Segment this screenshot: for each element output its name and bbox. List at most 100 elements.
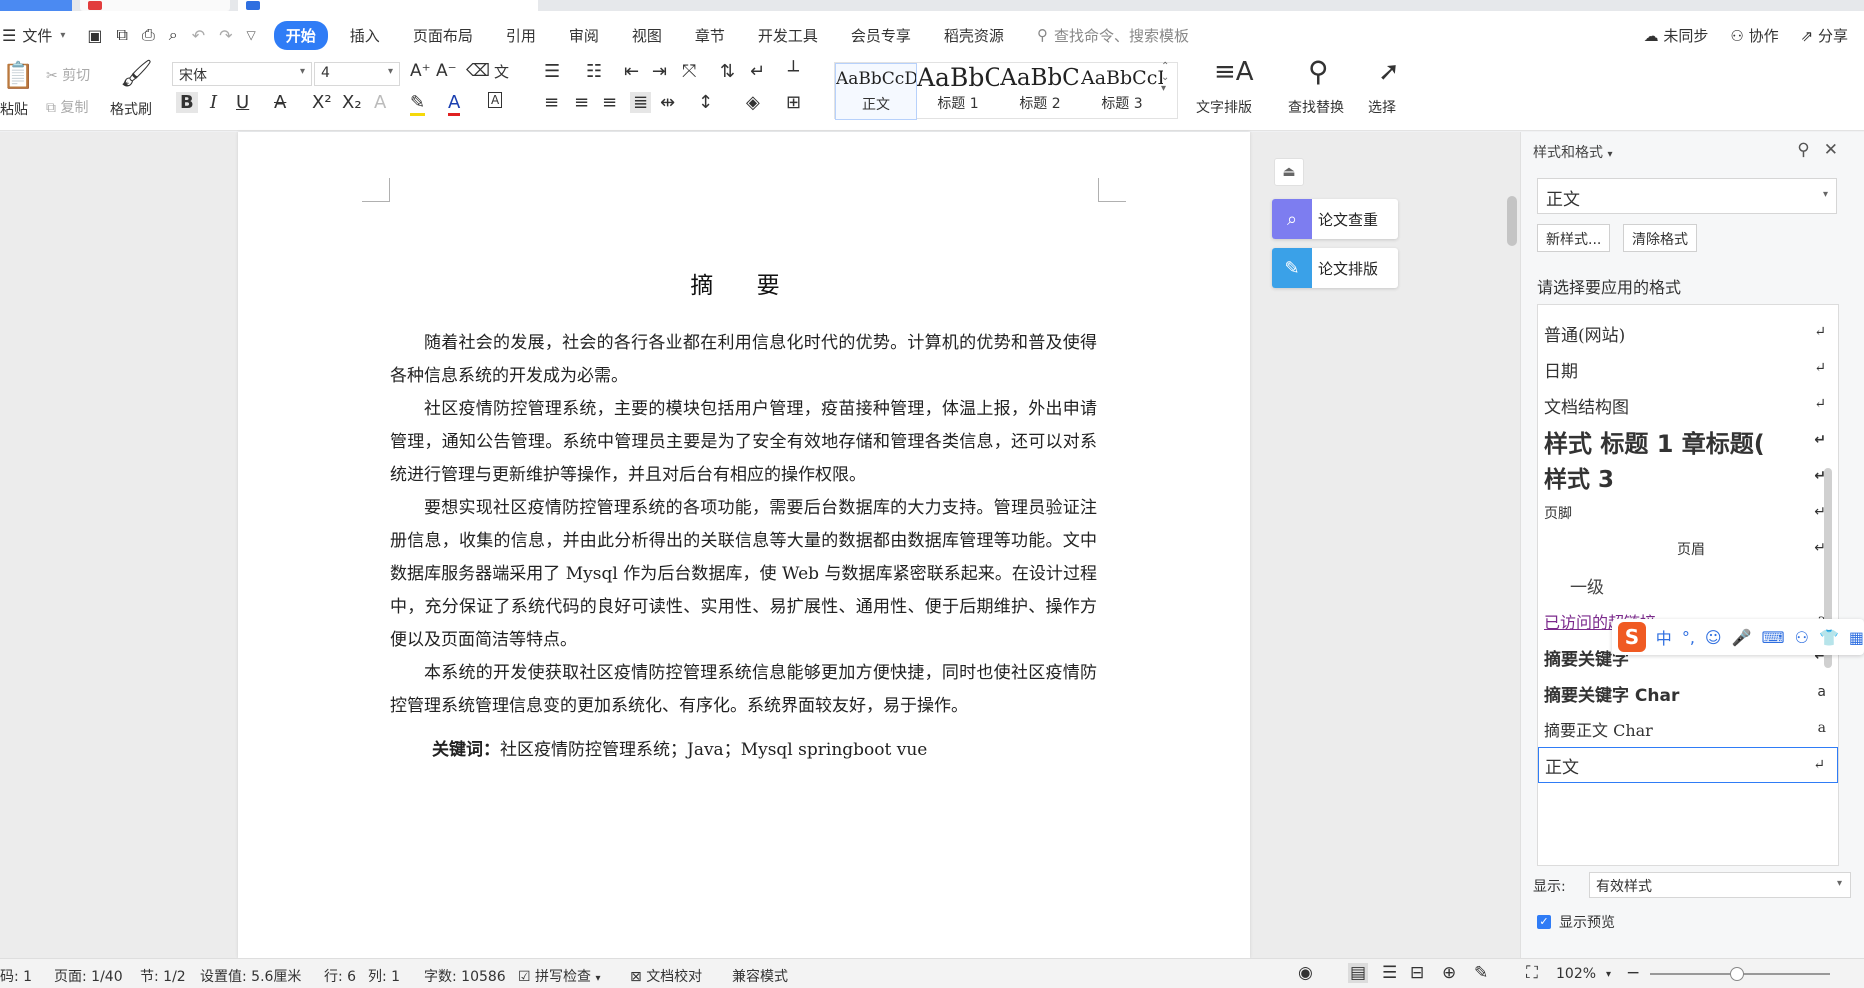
pin-icon[interactable]: ⚲ [1797, 140, 1809, 160]
paste-icon[interactable]: 📋 [2, 61, 34, 91]
ruler-icon[interactable]: ┴ [788, 61, 799, 82]
select-button[interactable]: 选择 [1368, 97, 1396, 117]
style-item-header[interactable]: 页眉 ↵ [1538, 531, 1838, 567]
decrease-indent-icon[interactable]: ⇤ [624, 61, 639, 82]
style-item-doc-map[interactable]: 文档结构图 ↵ [1538, 387, 1838, 423]
grid-icon[interactable]: ▦ [1849, 628, 1864, 647]
paper-check-button[interactable]: ⌕ 论文查重 [1272, 199, 1398, 239]
spell-check-button[interactable]: ☑ 拼写检查 ▾ [518, 966, 601, 986]
status-word-count[interactable]: 字数: 10586 [424, 966, 506, 986]
tab-view[interactable]: 视图 [632, 25, 662, 46]
text-effect-button[interactable]: A [374, 92, 386, 113]
find-icon[interactable]: ⚲ [1308, 55, 1329, 88]
char-border-icon[interactable]: A [488, 92, 503, 108]
close-icon[interactable]: ✕ [1824, 140, 1838, 160]
show-marks-icon[interactable]: ↵ [750, 61, 765, 82]
web-view-icon[interactable]: ⊕ [1442, 963, 1456, 983]
eraser-icon[interactable]: ⌫ [466, 61, 490, 81]
emoji-icon[interactable]: ☺ [1705, 628, 1722, 647]
tab-member[interactable]: 会员专享 [851, 25, 911, 46]
sort-icon[interactable]: ⇅ [720, 61, 735, 82]
status-section[interactable]: 节: 1/2 [140, 966, 186, 986]
text-layout-button[interactable]: 文字排版 [1196, 97, 1252, 117]
borders-icon[interactable]: ⊞ [786, 92, 801, 113]
status-page[interactable]: 页面: 1/40 [54, 966, 123, 986]
font-size-select[interactable]: 4 ▾ [314, 62, 400, 86]
copy-button[interactable]: ⧉ 复制 [46, 97, 88, 117]
doc-proofread-button[interactable]: ⊠ 文档校对 [630, 966, 702, 986]
zoom-level[interactable]: 102% [1556, 966, 1596, 982]
style-heading-3[interactable]: AaBbCcI 标题 3 [1081, 63, 1163, 120]
style-item-abstract-body-char[interactable]: 摘要正文 Char a [1538, 711, 1838, 747]
document-scrollbar[interactable] [1505, 132, 1519, 958]
style-item-style-3[interactable]: 样式 3 ↵ [1538, 459, 1838, 495]
print-preview-icon[interactable]: ⌕ [169, 25, 178, 45]
style-item-level-1[interactable]: 一级 [1538, 567, 1838, 603]
align-right-icon[interactable]: ≡ [602, 92, 617, 113]
ime-mode-toggle[interactable]: 中 [1656, 625, 1672, 649]
increase-indent-icon[interactable]: ⇥ [652, 61, 667, 82]
text-direction-icon[interactable]: ⤧ [682, 61, 696, 82]
chevron-down-icon[interactable]: ▾ [1606, 969, 1611, 980]
abstract-body[interactable]: 随着社会的发展，社会的各行各业都在利用信息化时代的优势。计算机的优势和普及使得各… [390, 327, 1097, 723]
text-layout-icon[interactable]: ≡A [1214, 57, 1254, 87]
hamburger-icon[interactable]: ☰ [2, 26, 16, 45]
document-page[interactable]: 摘 要 随着社会的发展，社会的各行各业都在利用信息化时代的优势。计算机的优势和普… [238, 132, 1250, 958]
reading-view-icon[interactable]: ⊟ [1410, 963, 1424, 983]
subscript-button[interactable]: X₂ [342, 92, 362, 113]
pane-title[interactable]: 样式和格式 ▾ [1533, 142, 1612, 162]
export-icon[interactable]: ⧉ [117, 25, 128, 45]
keyboard-icon[interactable]: ⌨ [1762, 628, 1785, 647]
customize-icon[interactable]: ▽ [247, 28, 256, 42]
tab-section[interactable]: 章节 [695, 25, 725, 46]
shading-icon[interactable]: ◈ [746, 92, 760, 113]
style-item-heading-chapter[interactable]: 样式 标题 1 章标题(↵ [1538, 423, 1838, 459]
microphone-icon[interactable]: 🎤 [1732, 628, 1752, 647]
file-menu[interactable]: 文件 [22, 25, 52, 46]
collapse-toolbar-button[interactable]: ⏏ [1274, 158, 1304, 186]
show-preview-checkbox[interactable]: ✓ 显示预览 [1537, 912, 1615, 932]
collab-button[interactable]: ⚇ 协作 [1730, 25, 1778, 46]
format-painter-button[interactable]: 格式刷 [110, 99, 152, 119]
font-name-select[interactable]: 宋体 ▾ [172, 62, 312, 86]
skin-icon[interactable]: 👕 [1819, 628, 1839, 647]
user-icon[interactable]: ⚇ [1795, 628, 1809, 647]
bullet-list-icon[interactable]: ☰ [544, 61, 560, 82]
style-item-abstract-keyword-char[interactable]: 摘要关键字 Char a [1538, 675, 1838, 711]
tab-references[interactable]: 引用 [506, 25, 536, 46]
sogou-logo[interactable]: S [1618, 622, 1646, 652]
current-style-select[interactable]: 正文 ▾ [1537, 178, 1837, 214]
show-filter-select[interactable]: 有效样式 ▾ [1589, 872, 1851, 898]
strikethrough-button[interactable]: A [274, 92, 286, 113]
tab-insert[interactable]: 插入 [350, 25, 380, 46]
tab-developer[interactable]: 开发工具 [758, 25, 818, 46]
phonetic-icon[interactable]: 文 [494, 61, 509, 82]
find-replace-button[interactable]: 查找替换 [1288, 97, 1344, 117]
punctuation-icon[interactable]: °, [1682, 628, 1695, 647]
style-normal[interactable]: AaBbCcDd 正文 [835, 63, 917, 120]
paste-button[interactable]: 粘贴 [0, 99, 28, 119]
style-item-normal-web[interactable]: 普通(网站) ↵ [1538, 315, 1838, 351]
numbered-list-icon[interactable]: ☷ [586, 61, 602, 82]
chevron-down-icon[interactable]: ▾ [60, 30, 65, 41]
shrink-font-icon[interactable]: A⁻ [436, 61, 457, 81]
fit-page-icon[interactable]: ⛶ [1526, 963, 1538, 983]
outline-view-icon[interactable]: ☰ [1382, 963, 1397, 983]
zoom-slider-handle[interactable] [1730, 967, 1744, 981]
underline-button[interactable]: U [236, 92, 249, 113]
print-icon[interactable]: ⎙ [142, 25, 155, 45]
doc-tab-active[interactable] [238, 0, 538, 11]
tab-review[interactable]: 审阅 [569, 25, 599, 46]
status-page-number[interactable]: 码: 1 [0, 966, 32, 986]
style-list-scrollbar[interactable] [1822, 250, 1834, 790]
align-left-icon[interactable]: ≡ [544, 92, 559, 113]
superscript-button[interactable]: X² [312, 92, 332, 113]
cursor-icon[interactable]: ➚ [1378, 57, 1400, 87]
command-search[interactable]: ⚲ 查找命令、搜索模板 [1037, 25, 1189, 46]
new-style-button[interactable]: 新样式... [1537, 224, 1611, 252]
grow-font-icon[interactable]: A⁺ [410, 61, 431, 81]
zoom-out-icon[interactable]: − [1626, 963, 1640, 983]
eye-protection-icon[interactable]: ◉ [1298, 963, 1313, 983]
tab-home[interactable]: 开始 [273, 20, 328, 50]
scrollbar-thumb[interactable] [1507, 196, 1517, 246]
